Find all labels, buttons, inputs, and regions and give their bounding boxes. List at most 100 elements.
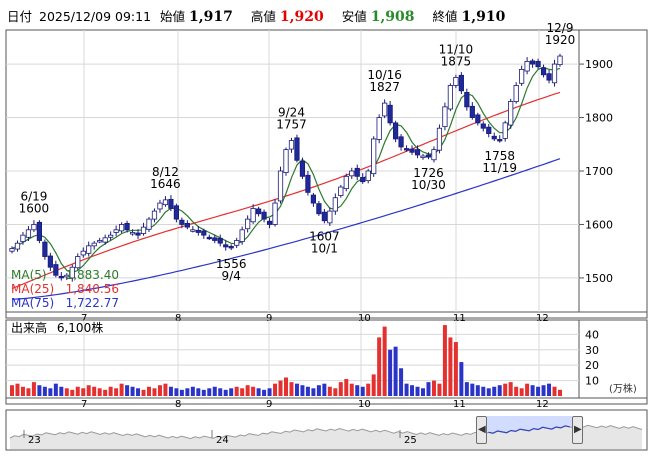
annotation-value: 10/30 <box>411 178 446 192</box>
candle-down <box>464 92 470 108</box>
navigator-label: 24 <box>216 435 229 446</box>
volume-bar <box>201 389 206 396</box>
candle-up <box>420 155 426 158</box>
candle-down <box>387 104 393 124</box>
volume-bar <box>147 386 151 396</box>
candle-down <box>469 105 475 118</box>
annotation-value: 1920 <box>545 33 576 47</box>
volume-bar <box>174 388 179 396</box>
candle-down <box>255 208 262 215</box>
legend-ma75: MA(75) 1,722.77 <box>11 296 119 310</box>
legend-ma25-name: MA(25) <box>11 282 55 296</box>
candle-up <box>162 199 169 206</box>
candle-up <box>234 240 240 246</box>
volume-bar <box>377 337 382 396</box>
volume-bar <box>196 388 201 396</box>
candle-up <box>338 186 344 196</box>
price-date-strip <box>5 311 648 319</box>
candle-down <box>321 211 327 222</box>
navigator-left-handle[interactable]: ◀ <box>476 416 487 444</box>
annotation-value: 1646 <box>150 177 181 191</box>
volume-bar <box>448 337 453 396</box>
volume-bar <box>157 385 162 396</box>
candle-up <box>508 101 514 126</box>
candle-up <box>442 106 448 128</box>
navigator-right-handle[interactable]: ▶ <box>572 416 583 444</box>
volume-bar <box>130 386 135 396</box>
volume-bar <box>26 388 31 396</box>
volume-bar <box>536 386 541 396</box>
volume-bar <box>311 388 316 396</box>
candle-down <box>480 123 486 129</box>
candle <box>442 102 448 131</box>
candle-down <box>486 126 492 134</box>
volume-bar <box>503 383 508 396</box>
volume-bar <box>541 385 546 396</box>
volume-bar <box>141 389 146 396</box>
volume-bar <box>558 389 562 396</box>
legend-ma75-value: 1,722.77 <box>65 296 119 310</box>
candle-down <box>316 203 322 215</box>
candle-up <box>86 245 92 254</box>
candle-down <box>228 245 234 249</box>
volume-bar <box>421 388 425 396</box>
volume-bar <box>344 379 349 396</box>
candle-up <box>129 232 136 235</box>
candle-up <box>239 229 245 242</box>
volume-bar <box>333 388 338 396</box>
candle-down <box>223 244 229 248</box>
candle-up <box>97 240 103 243</box>
volume-bar <box>305 386 310 396</box>
volume-bar <box>519 388 524 396</box>
volume-date-label: 8 <box>175 399 181 410</box>
volume-bar <box>136 388 141 396</box>
candle <box>277 166 284 204</box>
candle-down <box>475 114 481 124</box>
candle-down <box>217 237 223 244</box>
candle-down <box>305 174 311 193</box>
candle-up <box>453 77 459 86</box>
price-tick-label: 1700 <box>585 165 613 178</box>
candle-up <box>108 234 114 238</box>
candle-up <box>519 69 525 84</box>
volume-bar <box>388 349 393 396</box>
candle-up <box>551 63 558 84</box>
candle-up <box>502 122 508 139</box>
candle-down <box>414 149 421 156</box>
volume-bar <box>459 362 464 396</box>
volume-bar <box>92 386 97 396</box>
candle <box>557 53 563 67</box>
chevron-right-icon: ▶ <box>574 424 582 435</box>
candle-down <box>168 198 174 209</box>
navigator-label: 23 <box>28 435 41 446</box>
candle-up <box>277 170 284 202</box>
annotation-value: 1600 <box>19 201 50 215</box>
candle-down <box>458 74 464 92</box>
candle-up <box>327 210 333 224</box>
volume-bar <box>399 368 404 396</box>
volume-bar <box>349 383 354 396</box>
candle-up <box>80 250 86 256</box>
volume-bar <box>190 386 195 396</box>
volume-bar <box>437 383 442 396</box>
volume-tick-label: 30 <box>585 344 599 357</box>
candle <box>283 147 289 176</box>
candle-up <box>365 170 371 182</box>
candle <box>376 114 382 144</box>
candle-up <box>102 237 108 243</box>
date-tick-label: 12 <box>536 313 549 324</box>
candle-down <box>299 160 306 177</box>
candle <box>436 124 443 154</box>
volume-date-label: 10 <box>358 399 371 410</box>
volume-bar <box>530 385 535 396</box>
volume-bar <box>212 386 217 396</box>
candle <box>508 98 514 129</box>
candle <box>294 134 300 163</box>
volume-bar <box>185 388 190 396</box>
volume-bar <box>486 388 491 396</box>
volume-bar <box>86 385 91 396</box>
candle-up <box>431 149 437 161</box>
volume-bar <box>273 383 278 396</box>
candle-down <box>195 229 201 233</box>
candle-up <box>447 85 454 110</box>
